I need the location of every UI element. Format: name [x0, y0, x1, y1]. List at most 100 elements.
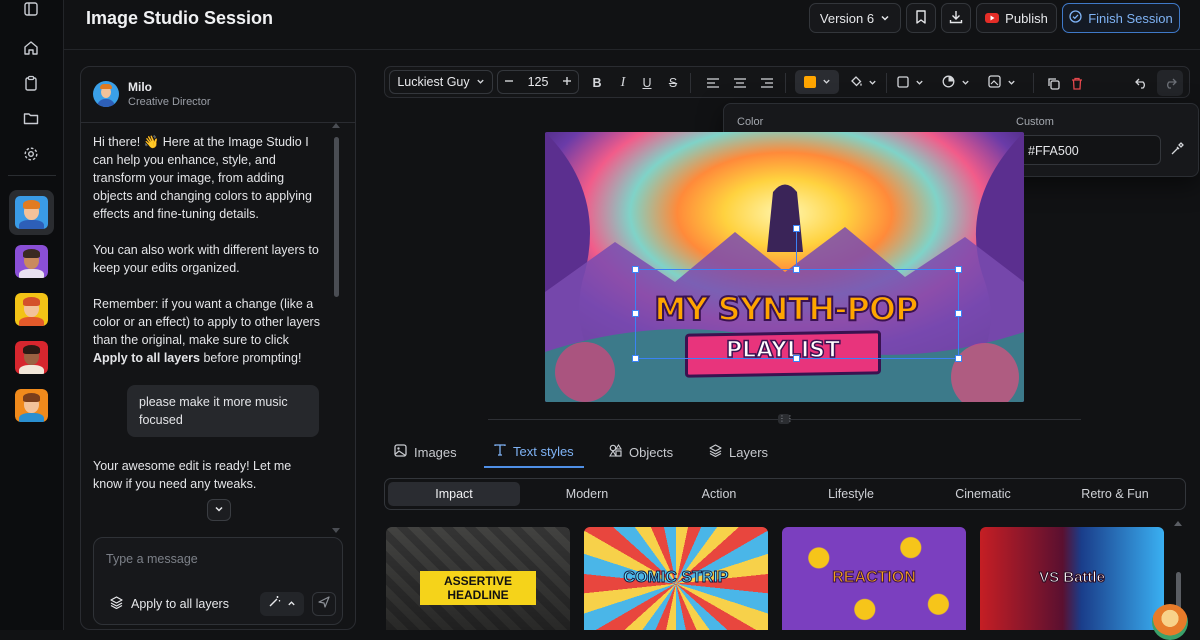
user-message: please make it more music focused: [127, 385, 319, 437]
font-family-value: Luckiest Guy: [397, 75, 470, 89]
undo-icon[interactable]: [1133, 72, 1149, 94]
version-dropdown[interactable]: Version 6: [809, 3, 901, 33]
selection-handle[interactable]: [955, 266, 962, 273]
plus-icon[interactable]: [562, 75, 572, 89]
scroll-down-arrow[interactable]: [332, 528, 340, 533]
left-rail: [0, 0, 64, 630]
font-family-dropdown[interactable]: Luckiest Guy: [389, 70, 493, 94]
selection-box[interactable]: [635, 269, 959, 359]
underline-icon[interactable]: U: [639, 72, 655, 94]
apply-to-all-layers-toggle[interactable]: Apply to all layers: [110, 596, 229, 612]
scroll-up-arrow[interactable]: [332, 123, 340, 128]
tab-objects[interactable]: Objects: [609, 436, 673, 468]
tab-layers[interactable]: Layers: [709, 436, 768, 468]
selection-handle[interactable]: [632, 355, 639, 362]
style-card-label: REACTION: [832, 569, 917, 587]
panel-resize-handle[interactable]: ⋮⋮: [488, 414, 1081, 424]
bold-icon[interactable]: B: [589, 72, 605, 94]
settings-icon[interactable]: [20, 143, 42, 165]
magic-prompt-button[interactable]: [260, 592, 304, 616]
category-cinematic[interactable]: Cinematic: [917, 482, 1049, 506]
selection-handle[interactable]: [955, 310, 962, 317]
sidebar-toggle-icon[interactable]: [20, 0, 42, 20]
category-action[interactable]: Action: [653, 482, 785, 506]
shapes-icon: [609, 443, 622, 460]
finish-session-button[interactable]: Finish Session: [1062, 3, 1180, 33]
download-button[interactable]: [941, 3, 971, 33]
selection-handle[interactable]: [955, 355, 962, 362]
style-card[interactable]: ASSERTIVE HEADLINE: [386, 527, 570, 630]
text-toolbar: Luckiest Guy 125 B I U S: [384, 66, 1190, 98]
tab-text-styles-label: Text styles: [513, 443, 574, 459]
category-impact[interactable]: Impact: [388, 482, 520, 506]
send-icon: [318, 595, 330, 613]
rotate-handle[interactable]: [793, 225, 800, 232]
scroll-to-bottom-button[interactable]: [207, 499, 231, 521]
selection-handle[interactable]: [632, 310, 639, 317]
tab-text-styles[interactable]: Text styles: [484, 436, 584, 468]
duplicate-icon[interactable]: [1045, 72, 1061, 94]
selection-handle[interactable]: [632, 266, 639, 273]
italic-icon[interactable]: I: [615, 72, 631, 94]
drag-handle-icon[interactable]: ⋮⋮: [778, 414, 794, 424]
align-right-icon[interactable]: [759, 72, 775, 94]
border-button[interactable]: [893, 72, 927, 94]
scroll-up-arrow[interactable]: [1174, 521, 1182, 526]
avatar-sunflower[interactable]: [15, 293, 48, 326]
selection-handle[interactable]: [793, 266, 800, 273]
avatar-orange[interactable]: [15, 389, 48, 422]
style-card[interactable]: COMIC STRIP: [584, 527, 768, 630]
fill-color-button[interactable]: [847, 72, 879, 94]
category-modern[interactable]: Modern: [521, 482, 653, 506]
redo-icon[interactable]: [1157, 70, 1183, 96]
page-title: Image Studio Session: [86, 8, 274, 28]
opacity-button[interactable]: [939, 72, 973, 94]
agent-message: Hi there! 👋 Here at the Image Studio I c…: [93, 135, 312, 221]
chevron-down-icon: [1007, 76, 1016, 90]
message-input[interactable]: Type a message: [106, 552, 198, 566]
send-button[interactable]: [312, 592, 336, 616]
selection-handle[interactable]: [793, 355, 800, 362]
check-circle-icon: [1069, 10, 1082, 26]
font-size-stepper[interactable]: 125: [497, 70, 579, 94]
avatar-milo[interactable]: [9, 190, 54, 235]
tab-images[interactable]: Images: [394, 436, 457, 468]
avatar-red[interactable]: [15, 341, 48, 374]
style-card-label: COMIC STRIP: [623, 569, 729, 587]
panel-tabs: Images Text styles Objects Layers: [384, 436, 1190, 468]
home-icon[interactable]: [20, 37, 42, 59]
tab-images-label: Images: [414, 444, 457, 460]
clipboard-icon[interactable]: [20, 72, 42, 94]
chevron-down-icon: [880, 11, 890, 26]
category-retro-fun[interactable]: Retro & Fun: [1049, 482, 1181, 506]
minus-icon[interactable]: [504, 75, 514, 89]
agent-message: Remember: if you want a change (like a c…: [93, 295, 321, 367]
chat-scrollbar[interactable]: [334, 137, 339, 297]
agent-role: Creative Director: [128, 96, 211, 108]
publish-button[interactable]: Publish: [976, 3, 1057, 33]
version-label: Version 6: [819, 10, 875, 26]
effects-button[interactable]: [985, 72, 1019, 94]
category-lifestyle[interactable]: Lifestyle: [785, 482, 917, 506]
avatar-purple[interactable]: [15, 245, 48, 278]
eyedropper-icon[interactable]: [1170, 142, 1184, 161]
font-size-value[interactable]: 125: [528, 75, 549, 89]
style-card[interactable]: VS Battle: [980, 527, 1164, 630]
toolbar-divider: [690, 73, 691, 93]
folder-icon[interactable]: [20, 107, 42, 129]
floating-avatar[interactable]: [1152, 604, 1188, 640]
align-left-icon[interactable]: [705, 72, 721, 94]
agent-message: You can also work with different layers …: [93, 243, 319, 275]
bookmark-button[interactable]: [906, 3, 936, 33]
text-color-button[interactable]: [795, 70, 839, 94]
strikethrough-icon[interactable]: S: [665, 72, 681, 94]
style-card[interactable]: REACTION: [782, 527, 966, 630]
chevron-down-icon: [915, 76, 924, 90]
chevron-up-icon: [287, 595, 296, 613]
message-composer[interactable]: Type a message Apply to all layers: [93, 537, 343, 625]
canvas-image[interactable]: MY SYNTH-POP PLAYLIST: [545, 132, 1024, 402]
align-center-icon[interactable]: [732, 72, 748, 94]
custom-color-input[interactable]: #FFA500: [1015, 135, 1161, 165]
agent-name: Milo: [128, 80, 152, 94]
delete-icon[interactable]: [1069, 72, 1085, 94]
